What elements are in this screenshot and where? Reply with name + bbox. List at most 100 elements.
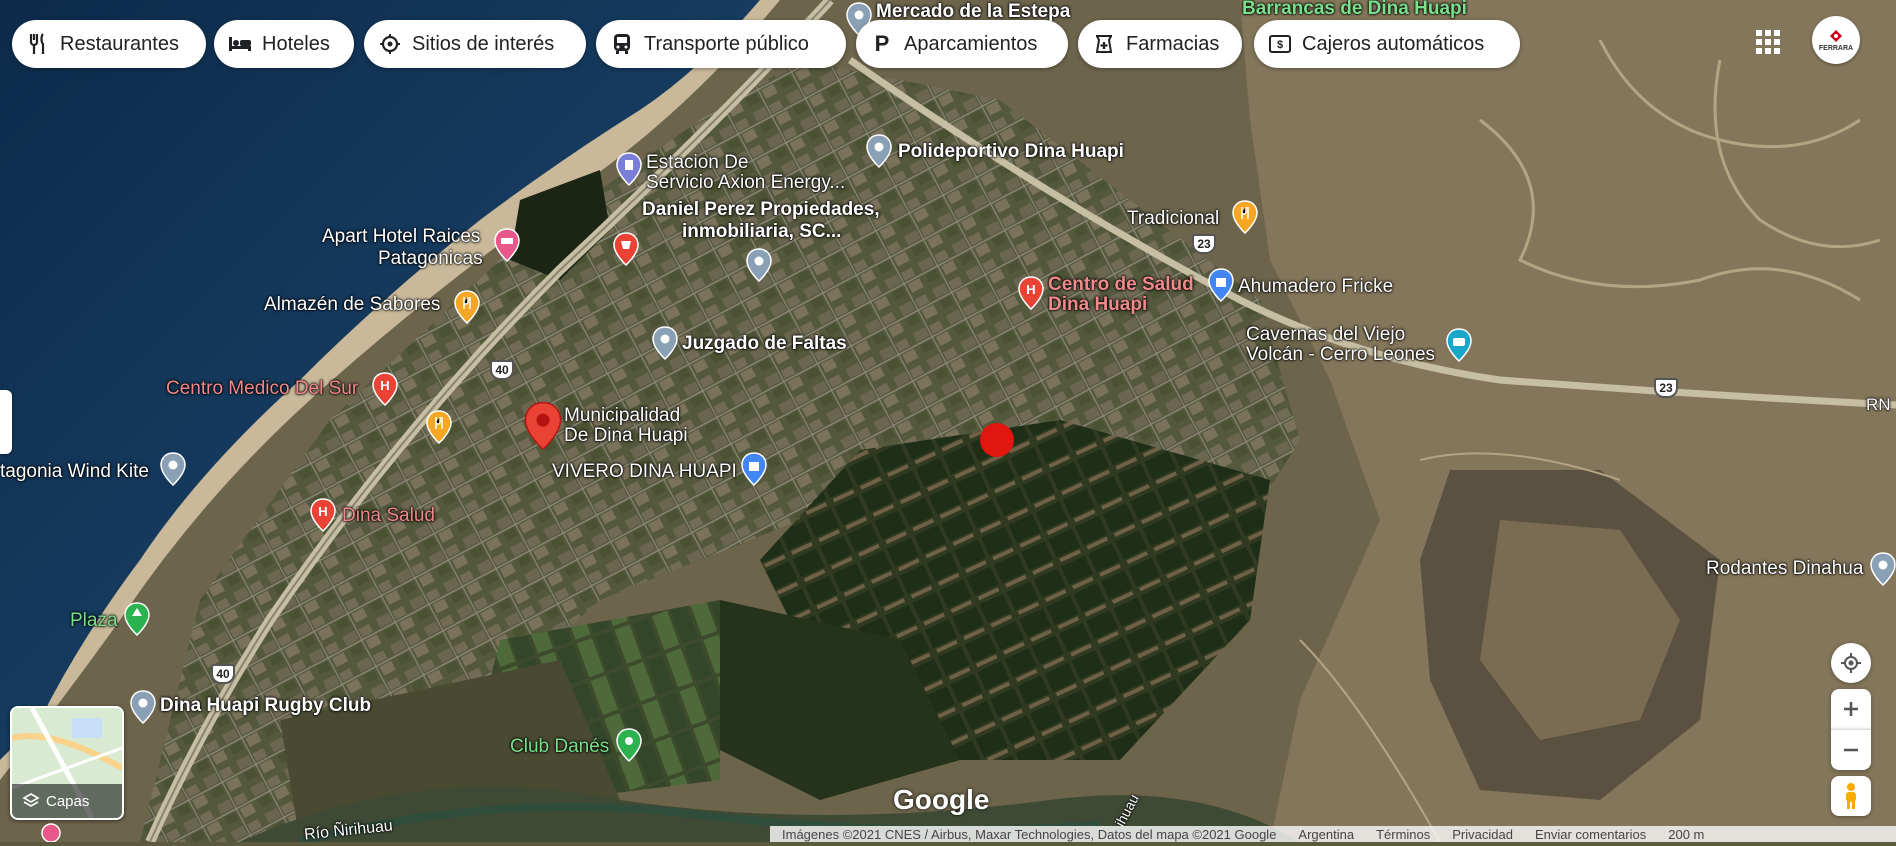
map-footer: Imágenes ©2021 CNES / Airbus, Maxar Tech… (770, 826, 1896, 842)
map-pin-icon[interactable] (866, 134, 892, 168)
chip-restaurants[interactable]: Restaurantes (12, 20, 206, 68)
route-number: 23 (1659, 381, 1673, 395)
chip-label: Transporte público (644, 32, 809, 55)
chip-atms[interactable]: $ Cajeros automáticos (1254, 20, 1520, 68)
place-label[interactable]: Barrancas de Dina Huapi (1242, 0, 1467, 19)
park-pin-icon[interactable] (124, 602, 150, 636)
selected-location-dot[interactable] (980, 423, 1014, 457)
place-label[interactable]: Volcán - Cerro Leones (1246, 344, 1435, 365)
chip-transit[interactable]: Transporte público (596, 20, 846, 68)
privacy-link[interactable]: Privacidad (1452, 827, 1513, 842)
shopping-pin-icon[interactable] (741, 452, 767, 486)
place-label[interactable]: tagonia Wind Kite (0, 461, 149, 482)
place-label[interactable]: Dina Huapi (1048, 294, 1147, 315)
place-label[interactable]: Centro Medico Del Sur (166, 378, 358, 399)
restaurant-pin-icon[interactable] (1232, 200, 1258, 234)
route-40-shield: 40 (211, 664, 235, 684)
bed-icon (228, 32, 252, 56)
minus-icon (1844, 748, 1858, 752)
terms-link[interactable]: Términos (1376, 827, 1430, 842)
logo-icon (1830, 29, 1842, 42)
map-pin-icon[interactable] (130, 690, 156, 724)
apps-grid-icon[interactable] (1754, 28, 1782, 56)
route-number: 40 (495, 363, 509, 377)
place-label[interactable]: Estacion De (646, 152, 748, 173)
street-view-pegman[interactable] (1831, 776, 1871, 816)
google-logo: Google (893, 784, 990, 815)
zoom-in-button[interactable] (1831, 689, 1871, 729)
chip-label: Hoteles (262, 32, 330, 55)
country-link[interactable]: Argentina (1298, 827, 1354, 842)
map-pin-icon[interactable] (652, 326, 678, 360)
svg-text:H: H (380, 378, 389, 393)
gas-station-pin-icon[interactable] (616, 152, 642, 186)
map-pin-icon[interactable] (746, 248, 772, 282)
route-number: 23 (1197, 237, 1211, 251)
place-label[interactable]: Ahumadero Fricke (1238, 276, 1393, 297)
place-label[interactable]: Tradicional (1127, 208, 1219, 229)
place-label[interactable]: Mercado de la Estepa (876, 1, 1070, 22)
chip-hotels[interactable]: Hoteles (214, 20, 354, 68)
chip-label: Aparcamientos (904, 32, 1038, 55)
chip-pharmacies[interactable]: Farmacias (1078, 20, 1242, 68)
map-pin-icon[interactable] (160, 452, 186, 486)
plus-icon (1844, 702, 1858, 716)
place-label[interactable]: Almazén de Sabores (264, 294, 440, 315)
place-label[interactable]: Polideportivo Dina Huapi (898, 141, 1124, 162)
atm-icon: $ (1268, 32, 1292, 56)
place-label[interactable]: Plaza (70, 610, 118, 631)
route-23-shield: 23 (1654, 378, 1678, 398)
place-label[interactable]: De Dina Huapi (564, 425, 688, 446)
scale-label[interactable]: 200 m (1668, 827, 1704, 842)
road-label: RN (1866, 395, 1891, 414)
hospital-pin-icon[interactable]: H (1018, 276, 1044, 310)
hospital-pin-icon[interactable]: H (310, 498, 336, 532)
hotel-pin-icon[interactable] (494, 228, 520, 262)
chip-label: Farmacias (1126, 32, 1220, 55)
place-label[interactable]: Cavernas del Viejo (1246, 324, 1405, 345)
landmark-icon (378, 32, 402, 56)
fork-knife-icon (26, 32, 50, 56)
place-label[interactable]: VIVERO DINA HUAPI (552, 461, 737, 482)
account-avatar[interactable]: FERRARA (1812, 16, 1860, 64)
place-label[interactable]: Municipalidad (564, 405, 680, 426)
route-23-shield: 23 (1192, 234, 1216, 254)
place-label[interactable]: Apart Hotel Raices (322, 226, 480, 247)
svg-text:H: H (1026, 282, 1035, 297)
hospital-pin-icon[interactable]: H (372, 372, 398, 406)
place-label[interactable]: Servicio Axion Energy... (646, 172, 845, 193)
attribution-text: Imágenes ©2021 CNES / Airbus, Maxar Tech… (782, 826, 1277, 842)
side-panel-toggle[interactable] (0, 390, 12, 454)
feedback-link[interactable]: Enviar comentarios (1535, 827, 1646, 842)
place-label[interactable]: Dina Huapi Rugby Club (160, 695, 371, 716)
place-label[interactable]: Rodantes Dinahua (1706, 558, 1863, 579)
chip-label: Sitios de interés (412, 32, 555, 55)
route-40-shield: 40 (490, 360, 514, 380)
route-number: 40 (216, 667, 230, 681)
place-label[interactable]: Daniel Perez Propiedades, (642, 199, 880, 220)
place-label[interactable]: Juzgado de Faltas (682, 333, 847, 354)
camera-pin-icon[interactable] (1446, 328, 1472, 362)
place-label[interactable]: Club Danés (510, 736, 609, 757)
place-label[interactable]: Dina Salud (342, 505, 435, 526)
svg-text:H: H (318, 504, 327, 519)
my-location-button[interactable] (1831, 643, 1871, 683)
chip-sights[interactable]: Sitios de interés (364, 20, 586, 68)
chip-parking[interactable]: P Aparcamientos (856, 20, 1068, 68)
zoom-out-button[interactable] (1831, 729, 1871, 770)
place-label[interactable]: inmobiliaria, SC... (682, 221, 841, 242)
crosshair-icon (1841, 653, 1861, 673)
place-label[interactable]: Patagonicas (378, 248, 483, 269)
layers-button[interactable]: Capas (10, 706, 124, 820)
map-pin-icon[interactable] (1870, 552, 1896, 586)
shop-pin-icon[interactable] (613, 232, 639, 266)
restaurant-pin-icon[interactable] (454, 290, 480, 324)
selected-place-pin-icon[interactable] (524, 400, 562, 452)
shopping-pin-icon[interactable] (1208, 268, 1234, 302)
restaurant-pin-icon[interactable] (426, 410, 452, 444)
hotel-pin-icon[interactable] (40, 822, 62, 842)
park-pin-icon[interactable] (616, 728, 642, 762)
svg-text:$: $ (1277, 39, 1283, 51)
place-label[interactable]: Centro de Salud (1048, 274, 1194, 295)
parking-icon: P (874, 31, 890, 56)
